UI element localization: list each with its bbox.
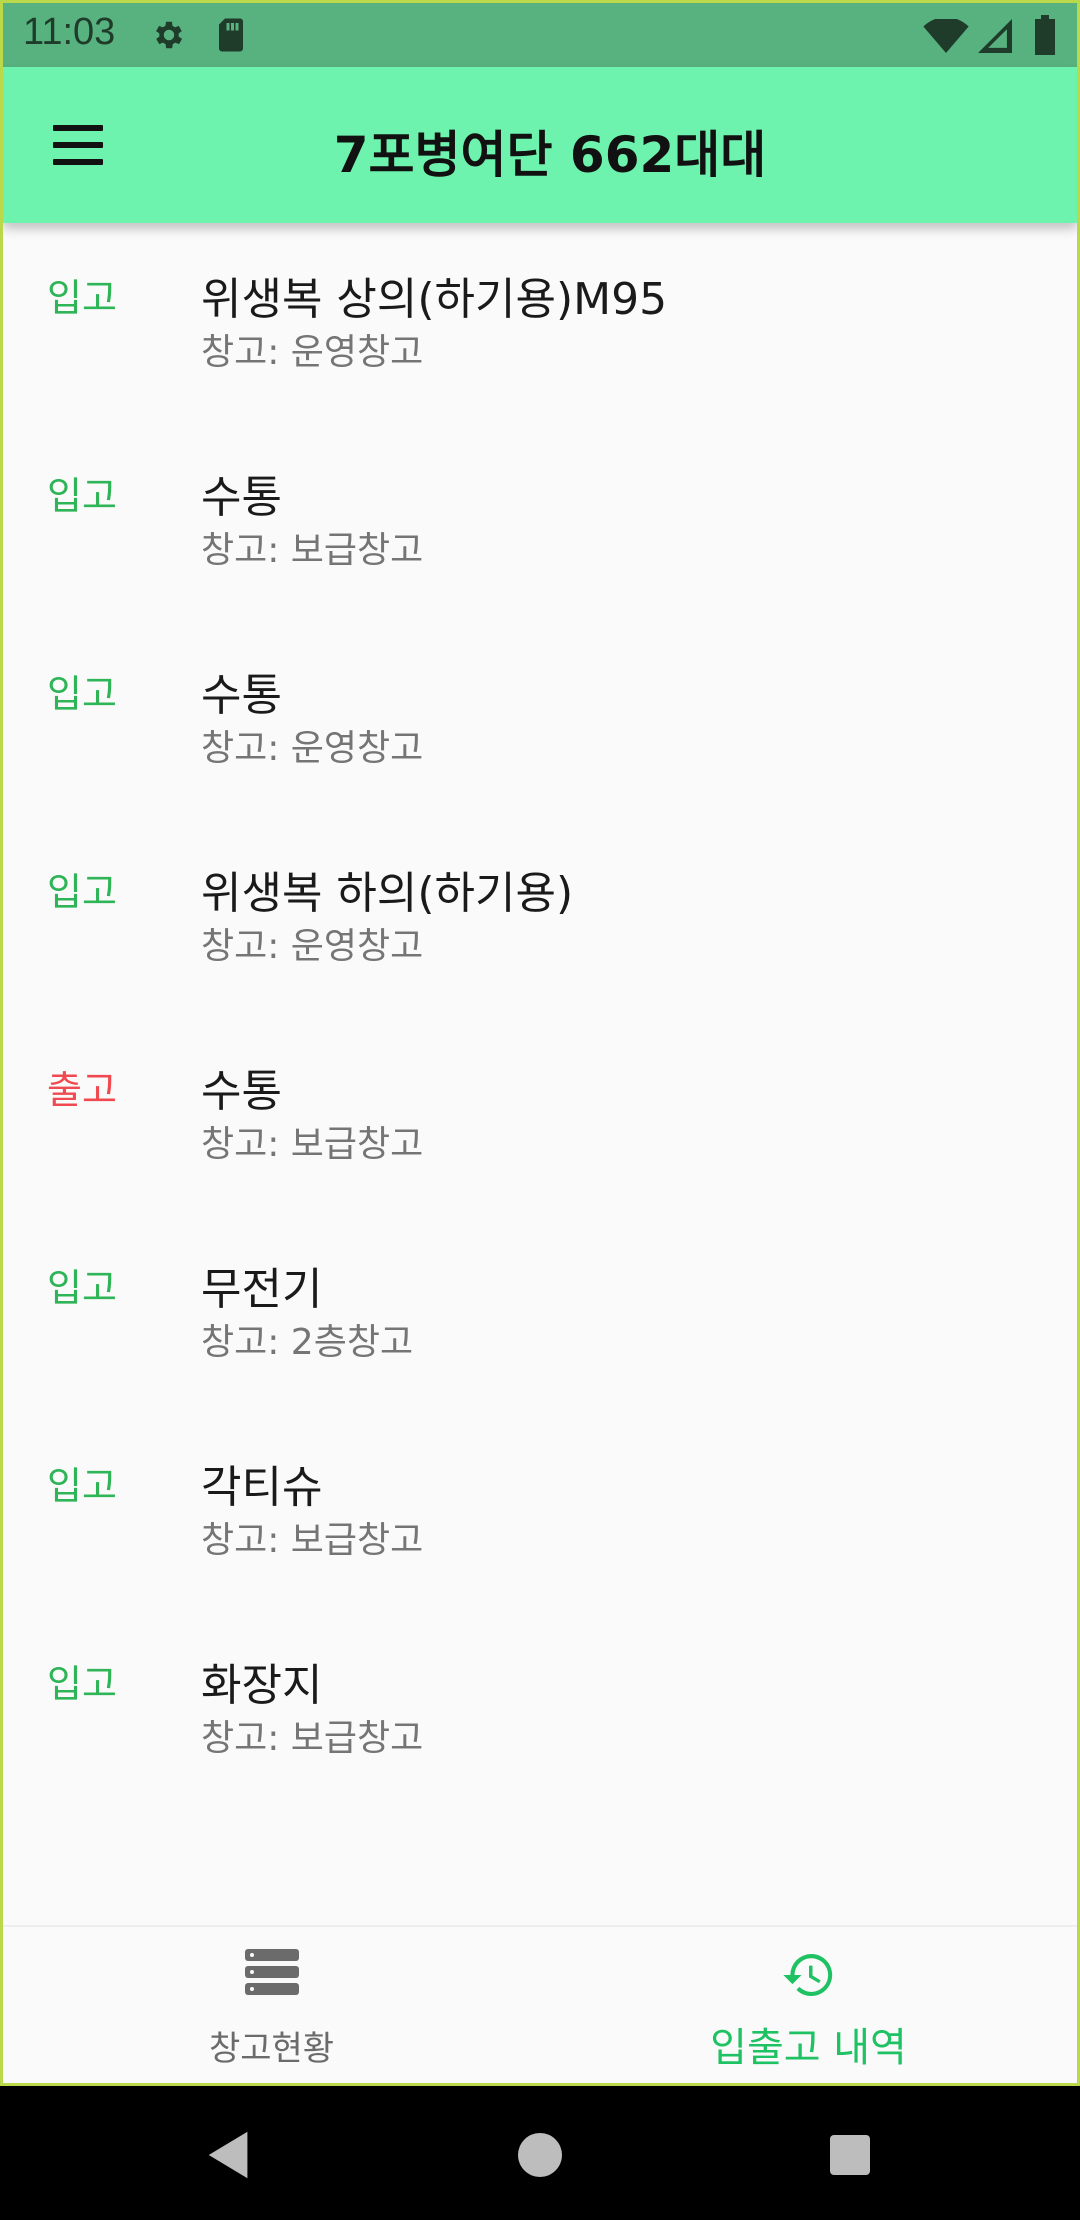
transaction-type: 입고 <box>47 474 117 518</box>
history-icon <box>782 1954 832 1996</box>
transaction-type: 입고 <box>47 276 117 320</box>
warehouse-label: 창고: 보급창고 <box>201 1520 424 1561</box>
transaction-type: 입고 <box>47 870 117 914</box>
item-name: 수통 <box>201 1066 282 1117</box>
signal-icon <box>978 19 1012 53</box>
gear-icon <box>156 21 183 49</box>
nav-tab-history[interactable]: 입출고 내역 <box>540 1927 1077 2083</box>
warehouse-label: 창고: 운영창고 <box>201 728 424 769</box>
list-item[interactable]: 입고 수통 창고: 보급창고 <box>3 421 1077 619</box>
battery-icon <box>1035 15 1055 55</box>
sd-card-icon <box>219 18 243 52</box>
item-name: 수통 <box>201 472 282 523</box>
nav-label: 입출고 내역 <box>710 2025 907 2071</box>
transaction-type: 입고 <box>47 1464 117 1508</box>
system-navigation-bar <box>0 2086 1080 2220</box>
list-item[interactable]: 입고 무전기 창고: 2층창고 <box>3 1213 1077 1411</box>
wifi-icon <box>923 19 969 53</box>
warehouse-label: 창고: 운영창고 <box>201 332 424 373</box>
item-name: 위생복 상의(하기용)M95 <box>201 274 668 325</box>
list-item[interactable]: 입고 수통 창고: 운영창고 <box>3 619 1077 817</box>
item-name: 무전기 <box>201 1264 323 1315</box>
item-name: 화장지 <box>201 1660 323 1711</box>
warehouse-label: 창고: 2층창고 <box>201 1322 414 1363</box>
list-item[interactable]: 출고 수통 창고: 보급창고 <box>3 1015 1077 1213</box>
item-name: 위생복 하의(하기용) <box>201 868 574 919</box>
home-icon[interactable] <box>518 2133 562 2177</box>
app-bar: 7포병여단 662대대 <box>3 67 1077 223</box>
bottom-navigation: 창고현황 입출고 내역 <box>3 1925 1077 2083</box>
status-bar: 11:03 <box>3 3 1077 67</box>
page-title: 7포병여단 662대대 <box>333 126 767 184</box>
transaction-type: 입고 <box>47 1662 117 1706</box>
list-item[interactable]: 입고 각티슈 창고: 보급창고 <box>3 1411 1077 1609</box>
warehouse-label: 창고: 보급창고 <box>201 1718 424 1759</box>
transaction-type: 입고 <box>47 1266 117 1310</box>
list-item[interactable]: 입고 위생복 하의(하기용) 창고: 운영창고 <box>3 817 1077 1015</box>
warehouse-label: 창고: 보급창고 <box>201 530 424 571</box>
warehouse-label: 창고: 운영창고 <box>201 926 424 967</box>
nav-label: 창고현황 <box>208 2029 335 2069</box>
transaction-type: 입고 <box>47 672 117 716</box>
transaction-type: 출고 <box>47 1068 117 1112</box>
recent-apps-icon[interactable] <box>830 2135 870 2175</box>
status-time: 11:03 <box>23 11 116 53</box>
stacked-list-icon <box>244 1949 299 1995</box>
list-item[interactable]: 입고 화장지 창고: 보급창고 <box>3 1609 1077 1807</box>
item-name: 각티슈 <box>201 1462 323 1513</box>
warehouse-label: 창고: 보급창고 <box>201 1124 424 1165</box>
item-name: 수통 <box>201 670 282 721</box>
back-icon[interactable] <box>200 2126 260 2184</box>
list-item[interactable]: 입고 위생복 상의(하기용)M95 창고: 운영창고 <box>3 223 1077 421</box>
transaction-list: 입고 위생복 상의(하기용)M95 창고: 운영창고 입고 수통 창고: 보급창… <box>3 223 1077 1807</box>
app-window: 11:03 7포병여단 662대대 입고 위생복 상의(하기용)M95 창고: … <box>0 0 1080 2086</box>
nav-tab-warehouse-status[interactable]: 창고현황 <box>3 1927 540 2083</box>
